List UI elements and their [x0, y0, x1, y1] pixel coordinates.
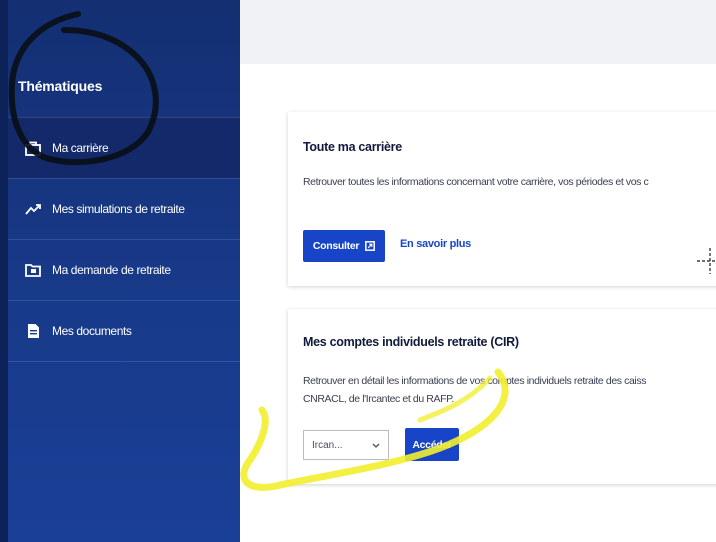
document-icon	[24, 322, 42, 340]
consulter-button-label: Consulter	[312, 240, 360, 252]
folder-icon	[24, 261, 42, 279]
external-link-icon	[365, 241, 376, 251]
sidebar-item-label: Mes documents	[52, 324, 132, 338]
briefcase-icon	[24, 139, 42, 157]
consulter-button[interactable]: Consulter	[303, 230, 385, 262]
card-description: Retrouver toutes les informations concer…	[303, 176, 649, 188]
trend-chart-icon	[24, 200, 42, 218]
chevron-down-icon	[372, 443, 380, 448]
sidebar-item-label: Ma demande de retraite	[52, 263, 171, 277]
card-comptes-individuels-retraite: Mes comptes individuels retraite (CIR) R…	[288, 309, 716, 484]
acceder-button-label: Accéder	[412, 438, 452, 451]
sidebar-edge	[0, 0, 8, 542]
sidebar-item-documents[interactable]: Mes documents	[8, 300, 240, 362]
top-bar	[240, 0, 716, 64]
sidebar-item-label: Ma carrière	[52, 141, 109, 155]
sidebar-item-label: Mes simulations de retraite	[52, 202, 185, 216]
card-title: Toute ma carrière	[303, 140, 402, 154]
card-title: Mes comptes individuels retraite (CIR)	[303, 335, 519, 349]
sidebar: Thématiques Ma carrière Mes simulations …	[0, 0, 240, 542]
card-toute-ma-carriere: Toute ma carrière Retrouver toutes les i…	[288, 112, 716, 286]
sidebar-item-simulations[interactable]: Mes simulations de retraite	[8, 178, 240, 239]
regime-select[interactable]: Ircan...	[303, 430, 389, 460]
card-description: Retrouver en détail les informations de …	[303, 375, 647, 387]
card-description-line2: CNRACL, de l'Ircantec et du RAFP.	[303, 393, 454, 405]
en-savoir-plus-link[interactable]: En savoir plus	[400, 238, 471, 250]
regime-select-value: Ircan...	[312, 439, 343, 451]
sidebar-item-ma-carriere[interactable]: Ma carrière	[8, 117, 240, 178]
sidebar-heading: Thématiques	[18, 78, 103, 94]
sidebar-item-demande-retraite[interactable]: Ma demande de retraite	[8, 239, 240, 300]
main-content: Toute ma carrière Retrouver toutes les i…	[240, 64, 716, 542]
acceder-button[interactable]: Accéder	[405, 428, 459, 461]
